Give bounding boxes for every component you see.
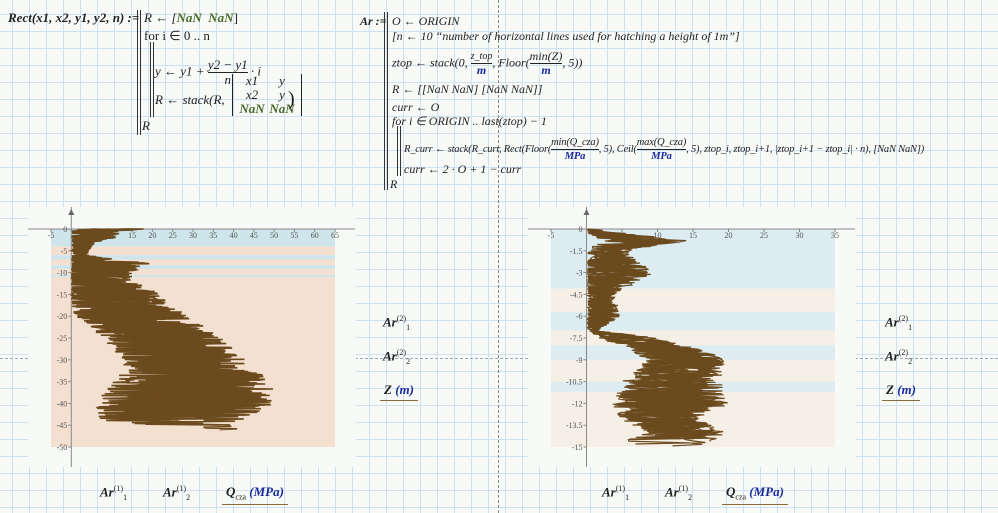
y-tick-label: -5 — [61, 247, 68, 256]
legend-y-ar2[interactable]: Ar(2)2 — [885, 348, 912, 366]
nan: NaN — [176, 10, 202, 25]
y-tick-label: -10 — [57, 269, 68, 278]
y-tick-label: -45 — [57, 421, 68, 430]
x-tick-label: 30 — [189, 231, 197, 240]
x-tick-label: 45 — [250, 231, 258, 240]
x-tick-label: 65 — [331, 231, 339, 240]
x-tick-label: 15 — [689, 231, 697, 240]
y-axis-arrow — [583, 209, 590, 215]
x-tick-label: 40 — [230, 231, 238, 240]
legend-y-z[interactable]: Z (m) — [882, 382, 920, 401]
y-tick-label: 0 — [63, 225, 67, 234]
program-bar — [137, 10, 141, 135]
ar-line-1: O ← ORIGIN — [392, 14, 460, 28]
y-tick-label: -3 — [576, 269, 583, 278]
hatch-band — [51, 246, 335, 256]
y-tick-label: -50 — [57, 443, 68, 452]
ar-line-5: curr ← O — [392, 100, 440, 114]
loop-bar — [150, 42, 154, 117]
legend-y-ar1[interactable]: Ar(2)1 — [383, 314, 410, 332]
y-tick-label: -30 — [57, 356, 68, 365]
y-tick-label: -12 — [572, 399, 583, 408]
ar-line-2: [n ← 10 “number of horizontal lines used… — [392, 29, 740, 43]
y-tick-label: -7.5 — [570, 334, 583, 343]
ar-line-9: R — [390, 177, 398, 191]
x-tick-label: -5 — [548, 231, 555, 240]
x-tick-label: 20 — [148, 231, 156, 240]
y-tick-label: -15 — [57, 290, 68, 299]
rect-line-1: R ← [ — [144, 10, 177, 25]
x-tick-label: 60 — [311, 231, 319, 240]
ar-line-6: for i ∈ ORIGIN .. last(ztop) − 1 — [392, 114, 547, 128]
y-tick-label: -13.5 — [566, 421, 583, 430]
plot-2-svg: -5 5 10 15 20 25 30 350-1.5-3-4.5-6-7.5-9-10.5-… — [528, 207, 855, 467]
y-tick-label: -25 — [57, 334, 68, 343]
x-tick-label: 50 — [270, 231, 278, 240]
ar-line-7: R_curr ← stack(R_curr, Rect(Floor(min(Q_… — [404, 137, 925, 162]
legend-y-ar2[interactable]: Ar(2)2 — [383, 348, 410, 366]
rect-line-4: R ← stack(R, — [155, 92, 225, 107]
y-tick-label: -15 — [572, 443, 583, 452]
x-tick-label: 25 — [169, 231, 177, 240]
ar-line-3: ztop ← stack(0, z_top m, Floor(min(Z) m, 5… — [392, 49, 583, 77]
legend-x-ar1[interactable]: Ar(1)1 — [602, 484, 629, 502]
y-tick-label: -20 — [57, 312, 68, 321]
y-axis-arrow — [68, 209, 75, 215]
legend-x-ar2[interactable]: Ar(1)2 — [665, 484, 692, 502]
y-tick-label: -40 — [57, 399, 68, 408]
y-tick-label: -1.5 — [570, 247, 583, 256]
legend-x-qcza[interactable]: Qcza (MPa) — [222, 484, 288, 505]
x-tick-label: 30 — [796, 231, 804, 240]
y-tick-label: -4.5 — [570, 290, 583, 299]
y-tick-label: 0 — [579, 225, 583, 234]
legend-y-ar1[interactable]: Ar(2)1 — [885, 314, 912, 332]
x-tick-label: 15 — [128, 231, 136, 240]
y-tick-label: -10.5 — [566, 378, 583, 387]
x-tick-label: 35 — [209, 231, 217, 240]
x-tick-label: 25 — [760, 231, 768, 240]
y-tick-label: -6 — [576, 312, 583, 321]
ar-line-8: curr ← 2 · O + 1 − curr — [404, 162, 522, 176]
nan: NaN — [208, 10, 234, 25]
x-tick-label: 20 — [725, 231, 733, 240]
y-tick-label: -35 — [57, 378, 68, 387]
legend-x-ar1[interactable]: Ar(1)1 — [100, 484, 127, 502]
rect-line-5: R — [142, 118, 150, 133]
legend-x-ar2[interactable]: Ar(1)2 — [163, 484, 190, 502]
x-tick-label: 35 — [831, 231, 839, 240]
loop-bar — [397, 126, 401, 176]
legend-x-qcza[interactable]: Qcza (MPa) — [722, 484, 788, 505]
x-tick-label: 55 — [290, 231, 298, 240]
x-tick-label: -5 — [48, 231, 55, 240]
plot-2[interactable]: -5 5 10 15 20 25 30 35 0 -1.5 -3 -4.5 -6 -7.5 -9 -10.5-… — [528, 207, 856, 467]
close-paren: ) — [288, 88, 295, 110]
plot-1-svg: -5 5 10 15 20 25 30 35 40 45 50 55 60 650-5-10-15-20-… — [28, 207, 355, 467]
ar-line-4: R ← [[NaN NaN] [NaN NaN]] — [392, 82, 543, 96]
y-tick-label: -9 — [576, 356, 583, 365]
ar-head: Ar := — [360, 14, 387, 28]
program-bar — [384, 12, 388, 190]
plot-1[interactable]: -5 5 10 15 20 25 30 35 40 45 50 55 60 65 0 -5 -10 -15 -20-… — [28, 207, 356, 467]
rect-line-1-wrap: R ← [NaN NaN] — [144, 10, 238, 25]
rect-head: Rect(x1, x2, y1, y2, n) := — [8, 10, 140, 25]
legend-y-z[interactable]: Z (m) — [380, 382, 418, 401]
